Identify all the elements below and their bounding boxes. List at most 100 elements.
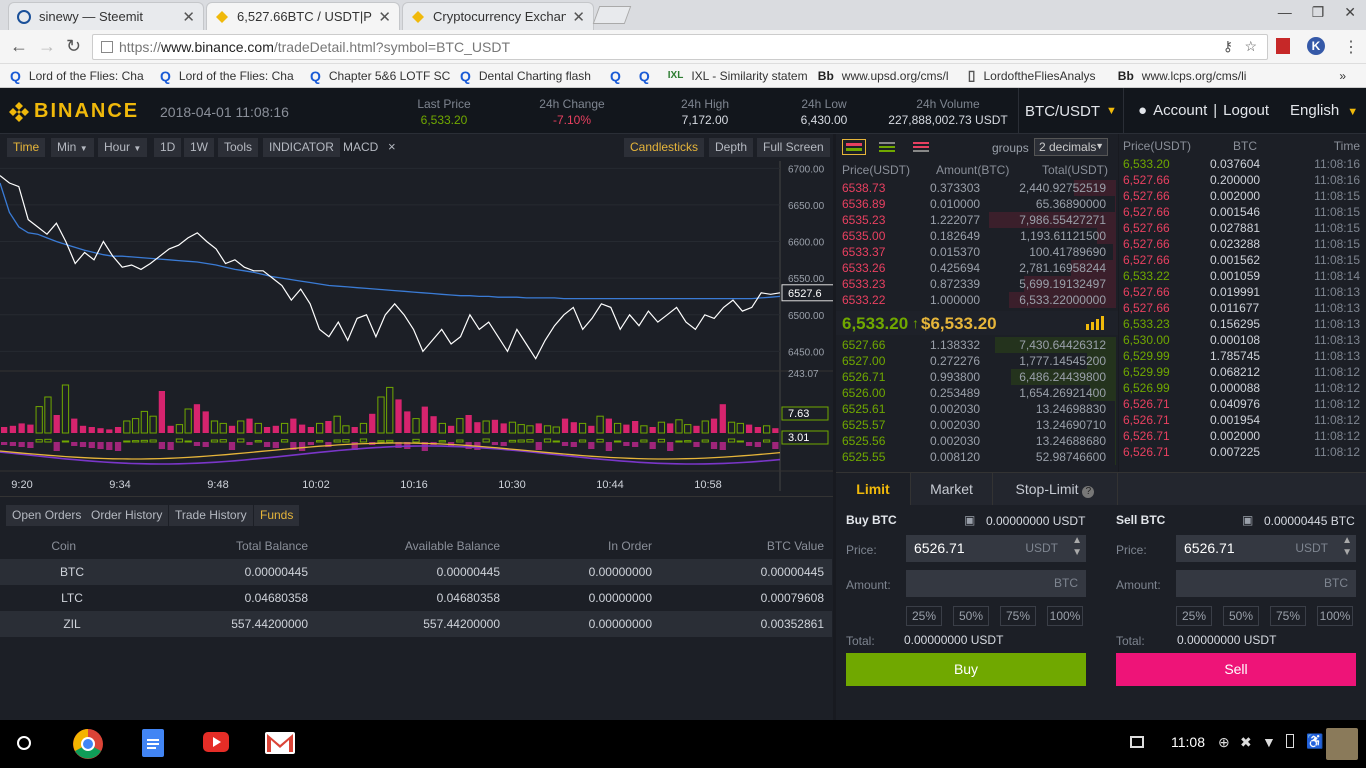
browser-tab-steemit[interactable]: sinewy — Steemit ✕ (8, 2, 204, 30)
decimals-select[interactable]: 2 decimals ▼ (1034, 138, 1108, 156)
chart-1d-button[interactable]: 1D (154, 138, 182, 157)
buy-pct-25[interactable]: 25% (906, 606, 942, 626)
sell-pct-100[interactable]: 100% (1317, 606, 1353, 626)
language-selector[interactable]: English ▼ (1290, 102, 1358, 119)
bid-row[interactable]: 6527.00 0.272276 1,777.14545200 (836, 353, 1116, 369)
bookmarks-overflow[interactable]: » (1339, 69, 1346, 83)
candlesticks-button[interactable]: Candlesticks (624, 138, 705, 157)
orderbook-all-view-icon[interactable] (842, 139, 866, 155)
fullscreen-button[interactable]: Full Screen (757, 138, 830, 157)
tab-limit[interactable]: Limit (836, 473, 910, 505)
tab-stop-limit[interactable]: Stop-Limit ? (992, 473, 1118, 505)
bookmark-item[interactable]: Q (610, 68, 629, 84)
chart-tools-button[interactable]: Tools (218, 138, 259, 157)
orderbook-bids-view-icon[interactable] (876, 139, 900, 155)
ask-row[interactable]: 6533.26 0.425694 2,781.16958244 (836, 260, 1116, 276)
forward-icon[interactable]: → (38, 37, 56, 55)
ask-row[interactable]: 6533.23 0.872339 5,699.19132497 (836, 276, 1116, 292)
sell-button[interactable]: Sell (1116, 653, 1356, 686)
chart-time-button[interactable]: Time (7, 138, 46, 157)
extension-k-icon[interactable]: K (1307, 37, 1325, 55)
ask-row[interactable]: 6538.73 0.373303 2,440.92752519 (836, 180, 1116, 196)
chrome-icon[interactable] (72, 728, 104, 760)
pair-selector[interactable]: BTC/USDT ▼ (1018, 88, 1124, 134)
bid-row[interactable]: 6525.55 0.008120 52.98746600 (836, 449, 1116, 465)
sell-pct-75[interactable]: 75% (1270, 606, 1306, 626)
sell-pct-25[interactable]: 25% (1176, 606, 1212, 626)
buy-button[interactable]: Buy (846, 653, 1086, 686)
buy-pct-100[interactable]: 100% (1047, 606, 1083, 626)
ask-row[interactable]: 6533.37 0.015370 100.41789690 (836, 244, 1116, 260)
reload-icon[interactable]: ↻ (66, 37, 81, 55)
gmail-icon[interactable] (265, 732, 295, 754)
bookmark-item[interactable]: Q Chapter 5&6 LOTF SC (310, 68, 450, 84)
avatar[interactable] (1326, 728, 1358, 760)
new-tab-button[interactable] (592, 6, 632, 24)
sell-pct-50[interactable]: 50% (1223, 606, 1259, 626)
google-docs-icon[interactable] (142, 729, 164, 757)
chart-hour-button[interactable]: Hour ▼ (98, 138, 148, 157)
ask-row[interactable]: 6536.89 0.010000 65.36890000 (836, 196, 1116, 212)
bookmark-item[interactable]: Q (639, 68, 658, 84)
bookmark-item[interactable]: Q Lord of the Flies: Cha (10, 68, 150, 84)
close-icon[interactable]: ✕ (182, 8, 195, 26)
extension-book-icon[interactable] (1276, 38, 1290, 54)
buy-pct-50[interactable]: 50% (953, 606, 989, 626)
sell-price-input[interactable]: 6526.71 USDT ▲ ▼ (1176, 535, 1356, 562)
close-icon[interactable]: ✕ (378, 8, 391, 26)
bid-row[interactable]: 6525.56 0.002030 13.24688680 (836, 433, 1116, 449)
bookmark-item[interactable]: IXL IXL - Similarity statem (668, 69, 808, 83)
launcher-icon[interactable] (17, 736, 31, 750)
binance-logo[interactable]: BINANCE (8, 100, 139, 123)
logout-link[interactable]: Logout (1223, 102, 1269, 119)
buy-pct-75[interactable]: 75% (1000, 606, 1036, 626)
ask-row[interactable]: 6535.23 1.222077 7,986.55427271 (836, 212, 1116, 228)
bookmark-item[interactable]: ▯ LordoftheFliesAnalys (968, 67, 1108, 84)
account-link[interactable]: Account (1153, 102, 1207, 119)
tab-order-history[interactable]: Order History (85, 505, 169, 526)
chart-min-button[interactable]: Min ▼ (51, 138, 94, 157)
buy-amount-input[interactable]: BTC (906, 570, 1086, 597)
bookmark-item[interactable]: Bb www.upsd.org/cms/l (818, 69, 958, 83)
ask-row[interactable]: 6533.22 1.000000 6,533.22000000 (836, 292, 1116, 308)
youtube-icon[interactable] (203, 732, 229, 752)
bid-row[interactable]: 6527.66 1.138332 7,430.64426312 (836, 337, 1116, 353)
stepper-icon[interactable]: ▲ ▼ (1072, 535, 1082, 559)
bookmark-item[interactable]: Q Dental Charting flash (460, 68, 600, 84)
minimize-icon[interactable]: — (1278, 4, 1292, 21)
chart-1w-button[interactable]: 1W (184, 138, 214, 157)
tab-trade-history[interactable]: Trade History (169, 505, 253, 526)
bookmark-item[interactable]: Bb www.lcps.org/cms/li (1118, 69, 1268, 83)
price-chart[interactable]: 6700.00 6650.00 6600.00 6550.00 6500.00 6450.… (0, 161, 833, 496)
bid-row[interactable]: 6525.61 0.002030 13.24698830 (836, 401, 1116, 417)
buy-price-input[interactable]: 6526.71 USDT ▲ ▼ (906, 535, 1086, 562)
menu-icon[interactable]: ⋮ (1343, 37, 1359, 57)
stepper-icon[interactable]: ▲ ▼ (1342, 535, 1352, 559)
remove-indicator-icon[interactable]: × (388, 139, 396, 154)
close-icon[interactable]: ✕ (572, 8, 585, 26)
bid-amount: 0.272276 (930, 354, 981, 368)
orderbook-asks-view-icon[interactable] (910, 139, 934, 155)
close-window-icon[interactable]: ✕ (1344, 4, 1356, 21)
browser-tab-exchange[interactable]: Cryptocurrency Exchang ✕ (402, 2, 594, 30)
depth-button[interactable]: Depth (709, 138, 754, 157)
tab-funds[interactable]: Funds (254, 505, 300, 526)
restore-icon[interactable]: ❐ (1312, 4, 1325, 21)
screenshot-icon[interactable] (1130, 736, 1144, 748)
key-icon[interactable]: ⚷ (1223, 38, 1233, 55)
clock[interactable]: 11:08 (1171, 734, 1205, 750)
bid-row[interactable]: 6526.71 0.993800 6,486.24439800 (836, 369, 1116, 385)
tab-market[interactable]: Market (910, 473, 992, 505)
bid-row[interactable]: 6525.57 0.002030 13.24690710 (836, 417, 1116, 433)
browser-tab-binance[interactable]: 6,527.66BTC / USDT|Pro ✕ (206, 2, 400, 30)
sell-amount-input[interactable]: BTC (1176, 570, 1356, 597)
tab-open-orders[interactable]: Open Orders (6, 505, 88, 526)
star-icon[interactable]: ☆ (1244, 38, 1257, 55)
chart-indicator-button[interactable]: INDICATOR (263, 138, 340, 157)
ask-row[interactable]: 6535.00 0.182649 1,193.61121500 (836, 228, 1116, 244)
back-icon[interactable]: ← (10, 37, 28, 55)
bookmark-item[interactable]: Q Lord of the Flies: Cha (160, 68, 300, 84)
bid-row[interactable]: 6526.00 0.253489 1,654.26921400 (836, 385, 1116, 401)
help-icon[interactable]: ? (1082, 486, 1095, 498)
address-bar[interactable]: https://www.binance.com/tradeDetail.html… (92, 34, 1268, 60)
